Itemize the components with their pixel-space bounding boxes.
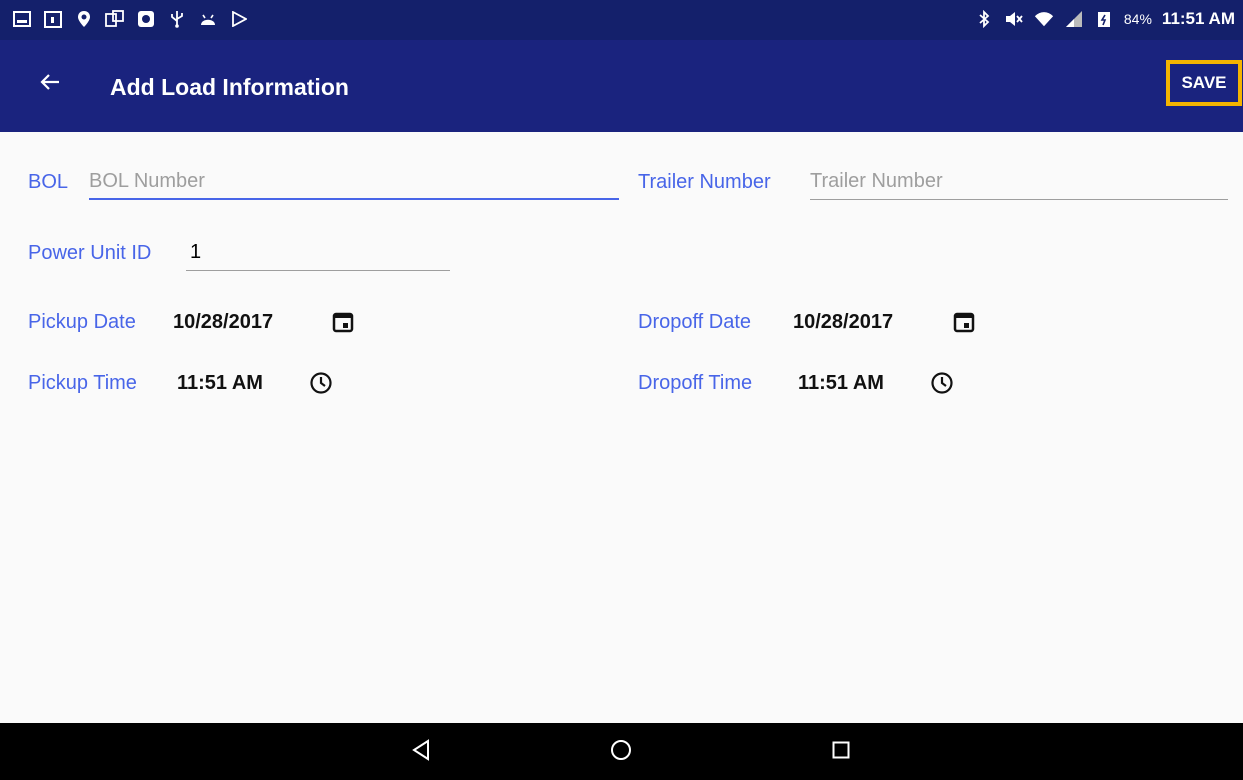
- calendar-icon[interactable]: [951, 309, 977, 335]
- notification-icons: [12, 9, 249, 29]
- pickup-time-label: Pickup Time: [28, 372, 137, 394]
- wifi-icon: [1034, 9, 1054, 29]
- nav-recents-button[interactable]: [824, 735, 858, 769]
- trailer-number-field[interactable]: [810, 164, 1228, 200]
- bol-field[interactable]: [89, 164, 619, 200]
- pickup-date-value[interactable]: 10/28/2017: [173, 311, 273, 334]
- circle-home-icon: [610, 739, 632, 766]
- gallery-icon: [12, 9, 32, 29]
- trailer-number-label: Trailer Number: [638, 171, 771, 193]
- clock-icon[interactable]: [929, 370, 955, 396]
- pickup-time-value[interactable]: 11:51 AM: [177, 372, 263, 395]
- battery-percent: 84%: [1123, 11, 1152, 27]
- screen-share-icon: [105, 9, 125, 29]
- play-store-icon: [229, 9, 249, 29]
- status-bar: 84% 11:51 AM: [0, 0, 1243, 40]
- power-unit-id-label: Power Unit ID: [28, 242, 152, 264]
- page-title: Add Load Information: [110, 74, 349, 100]
- back-button[interactable]: [32, 66, 68, 102]
- square-recents-icon: [832, 741, 850, 764]
- usb-icon: [167, 9, 187, 29]
- calendar-icon[interactable]: [330, 309, 356, 335]
- arrow-back-icon: [39, 71, 61, 98]
- trailer-number-input[interactable]: [810, 164, 1228, 199]
- android-debug-icon: [198, 9, 218, 29]
- nav-home-button[interactable]: [604, 735, 638, 769]
- dropoff-date-value[interactable]: 10/28/2017: [793, 311, 893, 334]
- app-bar: Add Load Information SAVE: [0, 40, 1243, 132]
- mute-icon: [1004, 9, 1024, 29]
- bol-input[interactable]: [89, 164, 619, 198]
- battery-icon: [1094, 9, 1114, 29]
- dropoff-date-label: Dropoff Date: [638, 311, 752, 333]
- dropoff-time-value[interactable]: 11:51 AM: [798, 372, 884, 395]
- system-status: 84% 11:51 AM: [974, 9, 1235, 29]
- save-button[interactable]: SAVE: [1166, 60, 1242, 106]
- power-unit-id-field[interactable]: [186, 235, 450, 271]
- power-unit-id-input[interactable]: [186, 235, 450, 270]
- status-clock: 11:51 AM: [1161, 9, 1235, 28]
- calendar-notification-icon: [43, 9, 63, 29]
- signal-icon: [1064, 9, 1084, 29]
- clock-icon[interactable]: [308, 370, 334, 396]
- pickup-date-label: Pickup Date: [28, 311, 136, 333]
- bol-label: BOL: [28, 171, 69, 193]
- triangle-back-icon: [411, 738, 431, 766]
- nav-back-button[interactable]: [404, 735, 438, 769]
- dropoff-time-label: Dropoff Time: [638, 372, 753, 394]
- location-icon: [74, 9, 94, 29]
- camera-notification-icon: [136, 9, 156, 29]
- bluetooth-icon: [974, 9, 994, 29]
- navigation-bar: [0, 723, 1243, 780]
